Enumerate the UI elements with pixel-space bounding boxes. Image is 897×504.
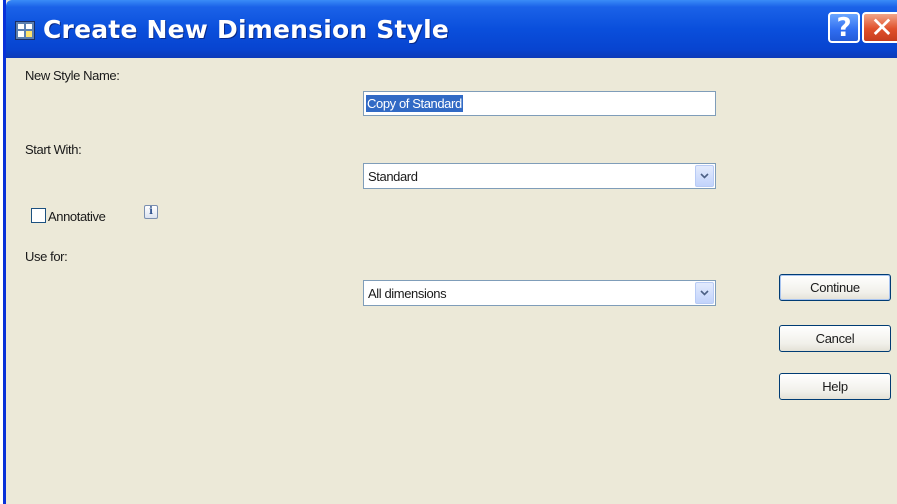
cancel-button[interactable]: Cancel <box>779 325 891 352</box>
use-for-label: Use for: <box>25 249 68 264</box>
question-icon: ? <box>836 12 852 43</box>
chevron-down-icon[interactable] <box>695 165 714 187</box>
dialog-window: Create New Dimension Style ? ✕ New Style… <box>3 0 897 504</box>
style-name-input[interactable]: Copy of Standard <box>363 91 716 116</box>
info-icon[interactable]: i <box>144 205 158 219</box>
close-icon: ✕ <box>870 11 894 44</box>
close-button[interactable]: ✕ <box>862 11 897 44</box>
style-name-label: New Style Name: <box>25 68 120 83</box>
annotative-checkbox[interactable] <box>31 208 46 223</box>
start-with-value: Standard <box>368 169 418 184</box>
use-for-select[interactable]: All dimensions <box>363 280 716 306</box>
annotative-label[interactable]: Annotative <box>48 209 106 224</box>
title-bar[interactable]: Create New Dimension Style ? ✕ <box>6 0 897 58</box>
chevron-down-icon[interactable] <box>695 282 714 304</box>
help-title-button[interactable]: ? <box>828 12 860 43</box>
window-title: Create New Dimension Style <box>43 15 450 44</box>
use-for-value: All dimensions <box>368 286 447 301</box>
continue-button[interactable]: Continue <box>779 274 891 301</box>
start-with-label: Start With: <box>25 142 82 157</box>
start-with-select[interactable]: Standard <box>363 163 716 189</box>
dimension-style-icon <box>15 21 35 40</box>
help-button[interactable]: Help <box>779 373 891 400</box>
style-name-value: Copy of Standard <box>366 95 463 112</box>
